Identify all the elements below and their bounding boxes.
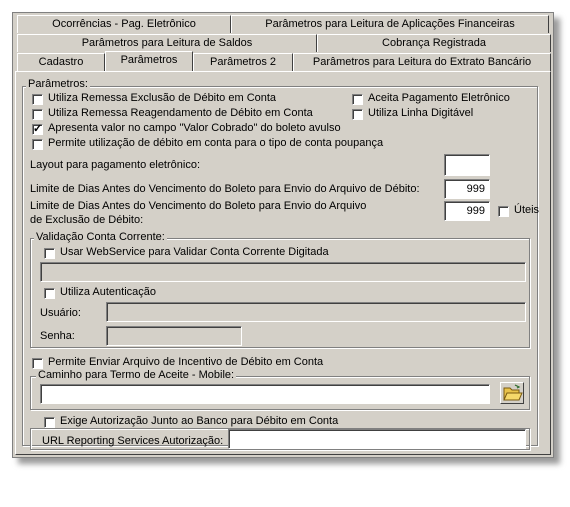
tab-aplicacoes-financeiras[interactable]: Parâmetros para Leitura de Aplicações Fi… [231, 15, 549, 33]
url-reporting-input[interactable] [228, 429, 526, 449]
tab-parametros-2[interactable]: Parâmetros 2 [193, 53, 293, 71]
tab-parametros[interactable]: Parâmetros [105, 51, 193, 71]
valor-cobrado-label: Apresenta valor no campo "Valor Cobrado"… [48, 122, 341, 134]
remessa-reagendamento-label: Utiliza Remessa Reagendamento de Débito … [48, 107, 313, 119]
webservice-checkbox[interactable] [44, 248, 55, 259]
termo-group-title: Caminho para Termo de Aceite - Mobile: [36, 369, 237, 381]
tab-extrato-bancario[interactable]: Parâmetros para Leitura do Extrato Bancá… [293, 53, 551, 71]
tab-ocorrencias[interactable]: Ocorrências - Pag. Eletrônico [17, 15, 231, 33]
settings-window: Ocorrências - Pag. Eletrônico Parâmetros… [12, 12, 554, 458]
uteis-label: Úteis [514, 204, 540, 216]
limite-exclusao-label-1: Limite de Dias Antes do Vencimento do Bo… [30, 200, 367, 212]
uteis-checkbox[interactable] [498, 206, 509, 217]
webservice-label: Usar WebService para Validar Conta Corre… [60, 246, 329, 258]
exige-autorizacao-label: Exige Autorização Junto ao Banco para Dé… [60, 415, 339, 427]
linha-digitavel-label: Utiliza Linha Digitável [368, 107, 474, 119]
tab-cobranca-registrada[interactable]: Cobrança Registrada [317, 34, 551, 52]
validacao-group-title: Validação Conta Corrente: [34, 231, 167, 243]
tab-cadastro[interactable]: Cadastro [17, 53, 105, 71]
termo-path-input[interactable] [40, 384, 490, 404]
layout-label: Layout para pagamento eletrônico: [30, 159, 201, 171]
senha-input[interactable] [106, 326, 242, 346]
debito-poupanca-label: Permite utilização de débito em conta pa… [48, 137, 384, 149]
autenticacao-label: Utiliza Autenticação [60, 286, 156, 298]
limite-debito-label: Limite de Dias Antes do Vencimento do Bo… [30, 183, 420, 195]
autenticacao-checkbox[interactable] [44, 288, 55, 299]
linha-digitavel-checkbox[interactable] [352, 109, 363, 120]
aceita-pagamento-label: Aceita Pagamento Eletrônico [368, 92, 510, 104]
tab-leitura-saldos[interactable]: Parâmetros para Leitura de Saldos [17, 34, 317, 52]
usuario-input[interactable] [106, 302, 526, 322]
folder-open-icon [503, 384, 523, 401]
limite-exclusao-label-2: de Exclusão de Débito: [30, 214, 144, 226]
remessa-reagendamento-checkbox[interactable] [32, 109, 43, 120]
browse-folder-button[interactable] [500, 382, 524, 404]
incentivo-label: Permite Enviar Arquivo de Incentivo de D… [48, 356, 324, 368]
parametros-group-title: Parâmetros: [26, 78, 90, 90]
url-reporting-label: URL Reporting Services Autorização: [42, 435, 224, 447]
webservice-url-input[interactable] [40, 262, 526, 282]
aceita-pagamento-checkbox[interactable] [352, 94, 363, 105]
exige-autorizacao-checkbox[interactable] [44, 417, 55, 428]
senha-label: Senha: [40, 330, 75, 342]
debito-poupanca-checkbox[interactable] [32, 139, 43, 150]
remessa-exclusao-label: Utiliza Remessa Exclusão de Débito em Co… [48, 92, 277, 104]
layout-input[interactable] [444, 154, 490, 176]
limite-debito-input[interactable]: 999 [444, 179, 490, 199]
remessa-exclusao-checkbox[interactable] [32, 94, 43, 105]
limite-exclusao-input[interactable]: 999 [444, 201, 490, 221]
usuario-label: Usuário: [40, 307, 81, 319]
valor-cobrado-checkbox[interactable]: ✓ [32, 124, 43, 135]
incentivo-checkbox[interactable] [32, 358, 43, 369]
parametros-panel: Parâmetros: Utiliza Remessa Exclusão de … [15, 71, 551, 455]
